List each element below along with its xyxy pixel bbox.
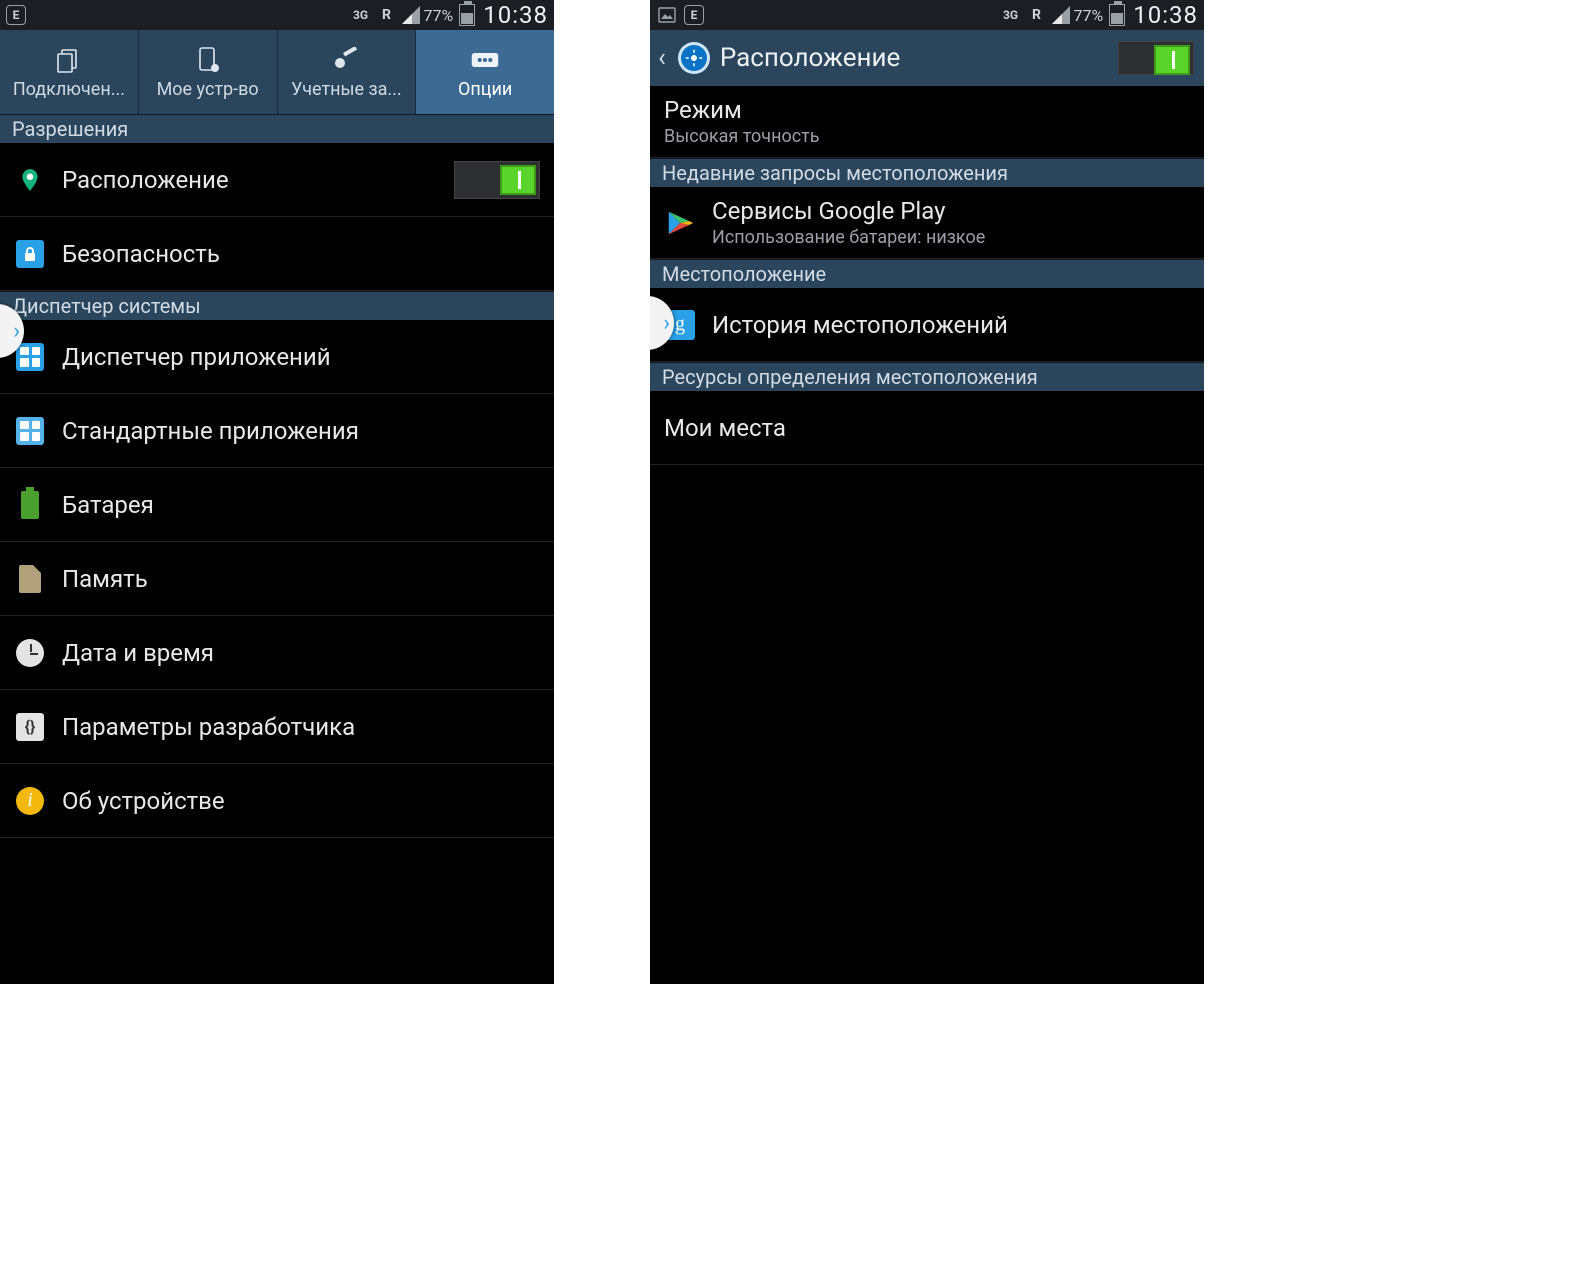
settings-gear-icon bbox=[678, 42, 710, 74]
lock-icon bbox=[14, 238, 46, 270]
roaming-icon: R bbox=[1026, 4, 1048, 26]
section-system-manager: Диспетчер системы bbox=[0, 291, 554, 320]
item-label: Параметры разработчика bbox=[62, 713, 540, 741]
item-label: Стандартные приложения bbox=[62, 417, 540, 445]
notification-e-icon: E bbox=[6, 5, 26, 25]
default-apps-icon bbox=[14, 415, 46, 447]
item-label: История местоположений bbox=[712, 311, 1190, 339]
status-bar: E 3G R 77% 10:38 bbox=[650, 0, 1204, 30]
tab-accounts[interactable]: Учетные за... bbox=[278, 30, 417, 114]
tab-label: Опции bbox=[458, 79, 512, 100]
tab-my-device[interactable]: Мое устр-во bbox=[139, 30, 278, 114]
battery-percent: 77% bbox=[424, 6, 454, 25]
battery-icon bbox=[14, 489, 46, 521]
item-label: Мои места bbox=[664, 414, 1190, 442]
section-recent-requests: Недавние запросы местоположения bbox=[650, 158, 1204, 187]
info-icon: i bbox=[14, 785, 46, 817]
item-location-history[interactable]: › g История местоположений bbox=[650, 288, 1204, 362]
back-button[interactable]: ‹ bbox=[656, 43, 668, 73]
status-bar: E 3G R 77% 10:38 bbox=[0, 0, 554, 30]
item-security[interactable]: Безопасность bbox=[0, 217, 554, 291]
item-label: Батарея bbox=[62, 491, 540, 519]
title-bar: ‹ Расположение bbox=[650, 30, 1204, 86]
braces-icon: {} bbox=[14, 711, 46, 743]
item-sub: Высокая точность bbox=[664, 126, 1190, 147]
tab-label: Подключен... bbox=[13, 79, 125, 100]
item-developer-options[interactable]: {} Параметры разработчика bbox=[0, 690, 554, 764]
item-default-apps[interactable]: Стандартные приложения bbox=[0, 394, 554, 468]
clock: 10:38 bbox=[1133, 1, 1198, 29]
sd-card-icon bbox=[14, 563, 46, 595]
network-3g-icon: 3G bbox=[350, 4, 372, 26]
item-app-manager[interactable]: › Диспетчер приложений bbox=[0, 320, 554, 394]
item-storage[interactable]: Память bbox=[0, 542, 554, 616]
item-label: Дата и время bbox=[62, 639, 540, 667]
more-icon bbox=[470, 45, 500, 75]
item-label: Расположение bbox=[62, 166, 438, 194]
key-icon bbox=[331, 45, 361, 75]
connections-icon bbox=[54, 45, 84, 75]
google-play-icon bbox=[664, 207, 696, 239]
tab-connections[interactable]: Подключен... bbox=[0, 30, 139, 114]
location-pin-icon bbox=[14, 164, 46, 196]
page-title: Расположение bbox=[720, 43, 1108, 73]
tab-label: Учетные за... bbox=[291, 79, 402, 100]
section-permissions: Разрешения bbox=[0, 114, 554, 143]
phone-settings-options: E 3G R 77% 10:38 Подключен... Мое устр-в… bbox=[0, 0, 554, 984]
location-toggle[interactable] bbox=[454, 161, 540, 199]
tab-label: Мое устр-во bbox=[157, 79, 259, 100]
item-label: Память bbox=[62, 565, 540, 593]
item-label: Безопасность bbox=[62, 240, 540, 268]
section-location: Местоположение bbox=[650, 259, 1204, 288]
item-location[interactable]: Расположение bbox=[0, 143, 554, 217]
item-label: Диспетчер приложений bbox=[62, 343, 540, 371]
item-about-device[interactable]: i Об устройстве bbox=[0, 764, 554, 838]
item-date-time[interactable]: Дата и время bbox=[0, 616, 554, 690]
tab-options[interactable]: Опции bbox=[416, 30, 554, 114]
device-icon bbox=[193, 45, 223, 75]
item-sub: Использование батареи: низкое bbox=[712, 227, 1190, 248]
drawer-handle[interactable]: › bbox=[650, 296, 674, 350]
location-master-toggle[interactable] bbox=[1118, 41, 1194, 75]
item-battery[interactable]: Батарея bbox=[0, 468, 554, 542]
signal-icon bbox=[1052, 6, 1070, 24]
chevron-right-icon: › bbox=[663, 311, 670, 336]
notification-e-icon: E bbox=[684, 5, 704, 25]
item-my-places[interactable]: Мои места bbox=[650, 391, 1204, 465]
item-label: Режим bbox=[664, 96, 1190, 124]
item-mode[interactable]: Режим Высокая точность bbox=[650, 86, 1204, 158]
signal-icon bbox=[402, 6, 420, 24]
network-3g-icon: 3G bbox=[1000, 4, 1022, 26]
item-google-play-services[interactable]: Сервисы Google Play Использование батаре… bbox=[650, 187, 1204, 259]
battery-percent: 77% bbox=[1074, 6, 1104, 25]
battery-icon bbox=[1109, 4, 1125, 26]
item-label: Сервисы Google Play bbox=[712, 197, 1190, 225]
settings-tabs: Подключен... Мое устр-во Учетные за... О… bbox=[0, 30, 554, 114]
roaming-icon: R bbox=[376, 4, 398, 26]
battery-icon bbox=[459, 4, 475, 26]
phone-location-settings: E 3G R 77% 10:38 ‹ Расположение Режим Вы… bbox=[650, 0, 1204, 984]
clock-icon bbox=[14, 637, 46, 669]
section-location-sources: Ресурсы определения местоположения bbox=[650, 362, 1204, 391]
screenshot-notif-icon bbox=[656, 4, 678, 26]
chevron-right-icon: › bbox=[13, 319, 20, 344]
clock: 10:38 bbox=[483, 1, 548, 29]
item-label: Об устройстве bbox=[62, 787, 540, 815]
